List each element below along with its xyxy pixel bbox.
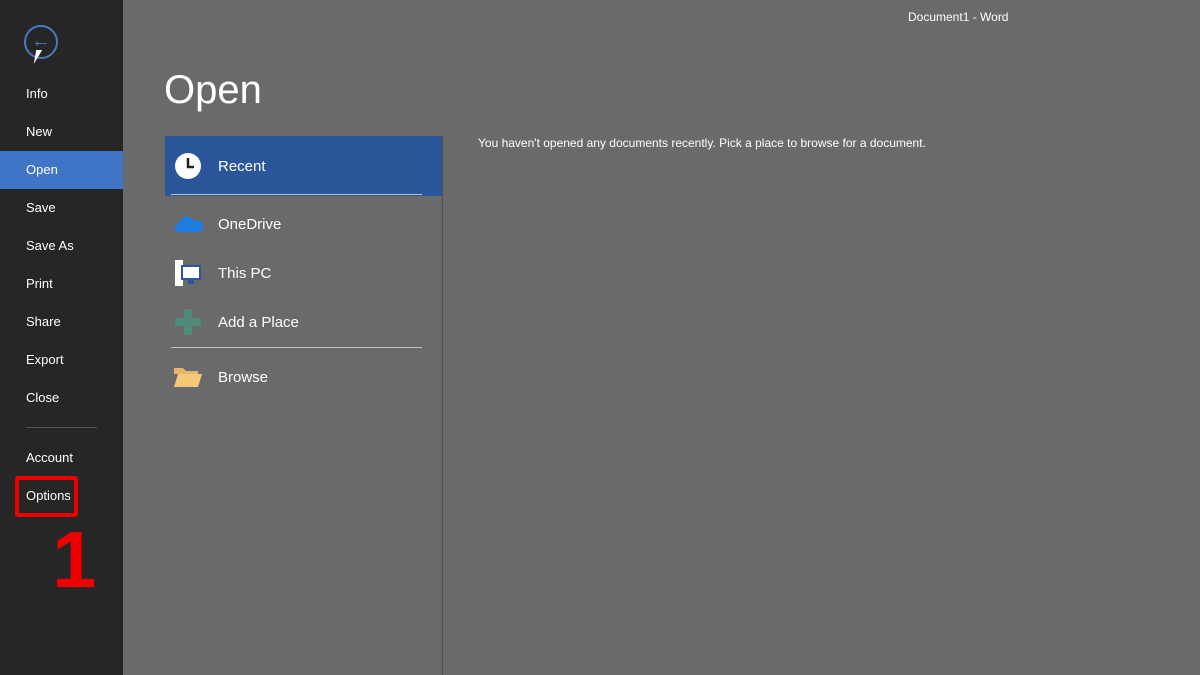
pane-divider bbox=[442, 136, 443, 675]
step-number-annotation: 1 bbox=[52, 515, 97, 604]
nav-open[interactable]: Open bbox=[0, 151, 123, 189]
nav-account[interactable]: Account bbox=[0, 439, 123, 477]
nav-new[interactable]: New bbox=[0, 113, 123, 151]
options-highlight-box bbox=[15, 476, 78, 517]
computer-icon bbox=[173, 258, 203, 288]
nav-save[interactable]: Save bbox=[0, 189, 123, 227]
place-add-a-place[interactable]: Add a Place bbox=[165, 292, 442, 352]
place-label: Recent bbox=[218, 157, 266, 175]
cloud-icon bbox=[173, 209, 203, 239]
plus-icon bbox=[173, 307, 203, 337]
sidebar-divider bbox=[26, 427, 97, 428]
window-title: Document1 - Word bbox=[908, 10, 1009, 24]
mouse-cursor-icon bbox=[33, 50, 43, 64]
nav-close[interactable]: Close bbox=[0, 379, 123, 417]
nav-share[interactable]: Share bbox=[0, 303, 123, 341]
folder-icon bbox=[173, 362, 203, 392]
nav-print[interactable]: Print bbox=[0, 265, 123, 303]
place-browse[interactable]: Browse bbox=[165, 347, 442, 407]
backstage-sidebar: ← Info New Open Save Save As Print Share… bbox=[0, 0, 123, 675]
place-recent[interactable]: Recent bbox=[165, 136, 442, 196]
place-label: OneDrive bbox=[218, 215, 282, 233]
nav-export[interactable]: Export bbox=[0, 341, 123, 379]
nav-info[interactable]: Info bbox=[0, 75, 123, 113]
nav-save-as[interactable]: Save As bbox=[0, 227, 123, 265]
clock-icon bbox=[173, 151, 203, 181]
place-label: Add a Place bbox=[218, 313, 299, 331]
place-label: This PC bbox=[218, 264, 272, 282]
place-label: Browse bbox=[218, 368, 269, 386]
no-recent-message: You haven't opened any documents recentl… bbox=[478, 136, 926, 150]
page-title: Open bbox=[164, 68, 262, 112]
